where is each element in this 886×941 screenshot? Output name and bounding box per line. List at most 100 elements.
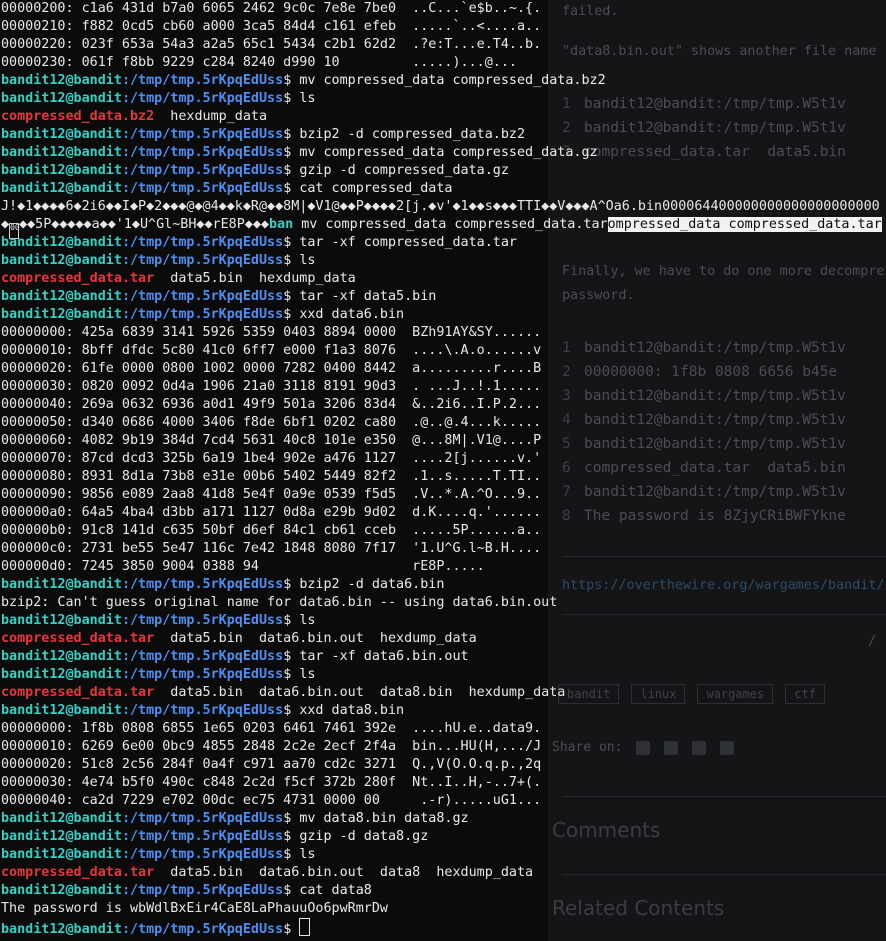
command-line: bandit12@bandit:/tmp/tmp.5rKpqEdUss$ xxd…	[1, 306, 886, 324]
command-line: bandit12@bandit:/tmp/tmp.5rKpqEdUss$ ls	[1, 612, 886, 630]
command-text: mv data8.bin data8.gz	[299, 811, 469, 826]
prompt-user: bandit12@bandit	[1, 703, 122, 718]
prompt-path: :/tmp/tmp.5rKpqEdUss	[121, 145, 284, 160]
prompt-user: bandit12@bandit	[1, 667, 122, 682]
prompt-user: bandit12@bandit	[1, 91, 122, 106]
prompt-user: bandit12@bandit	[1, 235, 122, 250]
prompt-symbol: $	[283, 235, 300, 250]
output-line: 000000b0: 91c8 141d c635 50bf d6ef 84c1 …	[1, 523, 542, 538]
command-text: tar -xf compressed_data.tar	[299, 235, 517, 250]
output-line: 00000020: 51c8 2c56 284f 0a4f c971 aa70 …	[1, 757, 542, 772]
command-text: mv compressed_data compressed_data.bz2	[299, 73, 606, 88]
prompt-path: :/tmp/tmp.5rKpqEdUss	[121, 613, 284, 628]
command-line: bandit12@bandit:/tmp/tmp.5rKpqEdUss$ bzi…	[1, 126, 886, 144]
prompt-path: :/tmp/tmp.5rKpqEdUss	[121, 163, 284, 178]
command-text: gzip -d data8.gz	[299, 829, 429, 844]
output-line: 00000020: 61fe 0000 0800 1002 0000 7282 …	[1, 361, 542, 376]
output-line: 00000080: 8931 8d1a 73b8 e31e 00b6 5402 …	[1, 469, 542, 484]
prompt-path: :/tmp/tmp.5rKpqEdUss	[121, 649, 284, 664]
prompt-user: bandit12@bandit	[1, 847, 122, 862]
command-line: bandit12@bandit:/tmp/tmp.5rKpqEdUss$ gzi…	[1, 828, 886, 846]
garbled-text: ◆◆5P◆◆◆◆◆a◆◆'1◆U^Gl~BH◆◆rE8P◆◆◆	[19, 217, 269, 232]
command-text: xxd data6.bin	[299, 307, 405, 322]
prompt-user: bandit12@bandit	[1, 253, 122, 268]
prompt-symbol: $	[283, 181, 300, 196]
prompt-path: :/tmp/tmp.5rKpqEdUss	[121, 667, 284, 682]
prompt-symbol: $	[283, 127, 300, 142]
output-line: 00000200: c1a6 431d b7a0 6065 2462 9c0c …	[1, 1, 542, 16]
command-line: bandit12@bandit:/tmp/tmp.5rKpqEdUss$ mv …	[1, 144, 886, 162]
command-line: bandit12@bandit:/tmp/tmp.5rKpqEdUss$ mv …	[1, 72, 886, 90]
prompt-path: :/tmp/tmp.5rKpqEdUss	[121, 829, 284, 844]
output-line: 00000210: f882 0cd5 cb60 a000 3ca5 84d4 …	[1, 19, 542, 34]
output-line: 00000000: 1f8b 0808 6855 1e65 0203 6461 …	[1, 721, 542, 736]
command-line: bandit12@bandit:/tmp/tmp.5rKpqEdUss$ ls	[1, 846, 886, 864]
prompt-path: :/tmp/tmp.5rKpqEdUss	[121, 73, 284, 88]
prompt-user: bandit12@bandit	[1, 649, 122, 664]
prompt-symbol: $	[283, 73, 300, 88]
prompt-symbol: $	[283, 307, 300, 322]
terminal-output[interactable]: 00000200: c1a6 431d b7a0 6065 2462 9c0c …	[0, 0, 886, 941]
prompt-symbol: $	[283, 847, 300, 862]
prompt-symbol: $	[283, 883, 300, 898]
file-list: data5.bin hexdump_data	[154, 271, 356, 286]
prompt-path: :/tmp/tmp.5rKpqEdUss	[121, 127, 284, 142]
output-line: 00000070: 87cd dcd3 325b 6a19 1be4 902e …	[1, 451, 542, 466]
command-text: mv compressed_data compressed_data.tar	[293, 217, 608, 232]
command-text: ls	[299, 91, 316, 106]
prompt-symbol: $	[283, 667, 300, 682]
command-text: cat compressed_data	[299, 181, 453, 196]
prompt-symbol: $	[283, 703, 300, 718]
prompt-user-fragment: ban	[268, 217, 294, 232]
output-line: 00000010: 8bff dfdc 5c80 41c0 6ff7 e000 …	[1, 343, 542, 358]
prompt-symbol: $	[283, 811, 300, 826]
command-line: bandit12@bandit:/tmp/tmp.5rKpqEdUss$ ls	[1, 666, 886, 684]
prompt-symbol: $	[283, 91, 300, 106]
file-list: hexdump_data	[154, 109, 268, 124]
ls-output-line: compressed_data.tar data5.bin data6.bin.…	[1, 684, 886, 702]
command-text: xxd data8.bin	[299, 703, 405, 718]
prompt-symbol: $	[283, 163, 300, 178]
prompt-user: bandit12@bandit	[1, 127, 122, 142]
output-line: 00000010: 6269 6e00 0bc9 4855 2848 2c2e …	[1, 739, 542, 754]
selected-text[interactable]: ompressed_data compressed_data.tar	[607, 217, 882, 232]
output-line: The password is wbWdlBxEir4CaE8LaPhauuOo…	[1, 901, 388, 916]
ls-output-line: compressed_data.tar data5.bin hexdump_da…	[1, 270, 886, 288]
prompt-user: bandit12@bandit	[1, 73, 122, 88]
command-text: ls	[299, 253, 316, 268]
archive-file-name: compressed_data.tar	[1, 865, 155, 880]
command-text: tar -xf data5.bin	[299, 289, 437, 304]
command-line: bandit12@bandit:/tmp/tmp.5rKpqEdUss$ ls	[1, 90, 886, 108]
output-line: 000000a0: 64a5 4ba4 d3bb a171 1127 0d8a …	[1, 505, 542, 520]
garbled-output-line: ◆00◆◆5P◆◆◆◆◆a◆◆'1◆U^Gl~BH◆◆rE8P◆◆◆ban mv…	[1, 216, 886, 239]
prompt-symbol: $	[283, 829, 300, 844]
prompt-path: :/tmp/tmp.5rKpqEdUss	[121, 883, 284, 898]
prompt-user: bandit12@bandit	[1, 181, 122, 196]
command-text: ls	[299, 613, 316, 628]
output-line: 000000c0: 2731 be55 5e47 116c 7e42 1848 …	[1, 541, 542, 556]
text-cursor[interactable]	[299, 918, 311, 936]
command-text: mv compressed_data compressed_data.gz	[299, 145, 598, 160]
prompt-path: :/tmp/tmp.5rKpqEdUss	[121, 289, 284, 304]
active-prompt-line: bandit12@bandit:/tmp/tmp.5rKpqEdUss$	[1, 918, 886, 937]
command-text: bzip2 -d compressed_data.bz2	[299, 127, 526, 142]
prompt-user: bandit12@bandit	[1, 289, 122, 304]
output-line: 00000220: 023f 653a 54a3 a2a5 65c1 5434 …	[1, 37, 542, 52]
output-line: 00000060: 4082 9b19 384d 7cd4 5631 40c8 …	[1, 433, 542, 448]
prompt-user: bandit12@bandit	[1, 883, 122, 898]
command-line: bandit12@bandit:/tmp/tmp.5rKpqEdUss$ cat…	[1, 180, 886, 198]
prompt-path: :/tmp/tmp.5rKpqEdUss	[121, 577, 284, 592]
prompt-user: bandit12@bandit	[1, 829, 122, 844]
prompt-symbol: $	[283, 577, 300, 592]
prompt-path: :/tmp/tmp.5rKpqEdUss	[121, 307, 284, 322]
ls-output-line: compressed_data.bz2 hexdump_data	[1, 108, 886, 126]
command-text: cat data8	[299, 883, 372, 898]
file-list: data5.bin data6.bin.out data8 hexdump_da…	[154, 865, 534, 880]
command-text: tar -xf data6.bin.out	[299, 649, 469, 664]
archive-file-name: compressed_data.tar	[1, 685, 155, 700]
ls-output-line: compressed_data.tar data5.bin data6.bin.…	[1, 864, 886, 882]
prompt-path: :/tmp/tmp.5rKpqEdUss	[121, 235, 284, 250]
command-line: bandit12@bandit:/tmp/tmp.5rKpqEdUss$ bzi…	[1, 576, 886, 594]
prompt-path: :/tmp/tmp.5rKpqEdUss	[121, 703, 284, 718]
output-line: J!◆1◆◆◆◆6◆2i6◆◆I◆P◆2◆◆◆@◆@4◆◆k◆R@◆◆8M|◆V…	[1, 199, 880, 214]
